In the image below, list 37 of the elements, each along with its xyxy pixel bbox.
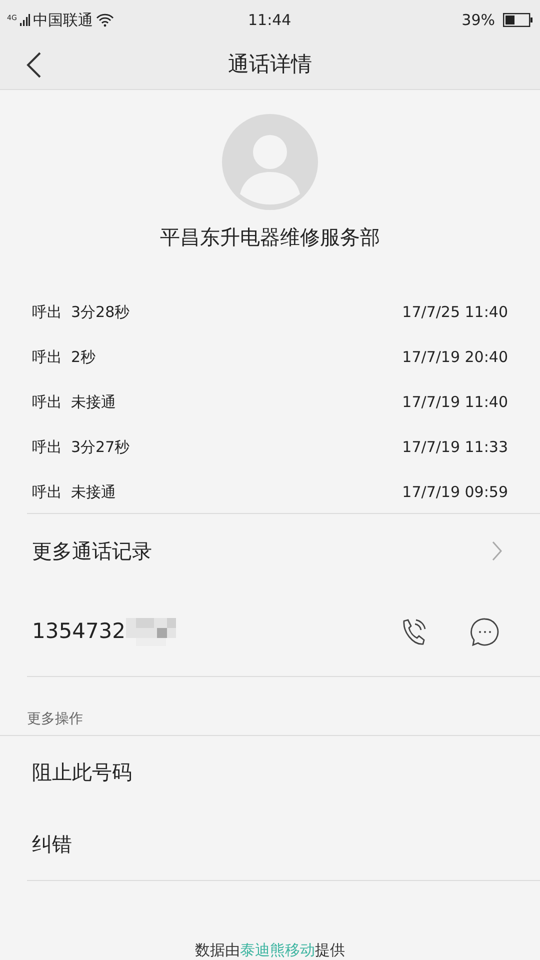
footer-note: 数据由泰迪熊移动提供 [195, 940, 345, 960]
call-type: 呼出 [32, 302, 62, 324]
chevron-right-icon [492, 541, 502, 561]
avatar-icon [222, 114, 318, 210]
back-icon [26, 51, 42, 79]
page-title: 通话详情 [228, 50, 312, 78]
call-type: 呼出 [32, 437, 62, 458]
action-item[interactable]: 阻止此号码 [0, 736, 540, 808]
battery-icon [503, 13, 533, 27]
call-duration: 未接通 [71, 482, 116, 504]
wifi-icon [96, 13, 114, 27]
carrier-name: 中国联通 [32, 10, 93, 31]
call-time: 17/7/25 11:40 [402, 302, 508, 324]
action-item[interactable]: 纠错 [0, 808, 540, 880]
contact-name: 平昌东升电器维修服务部 [160, 224, 380, 251]
message-button[interactable] [470, 617, 500, 647]
signal-icon [20, 13, 30, 27]
call-type: 呼出 [32, 392, 62, 414]
call-time: 17/7/19 09:59 [402, 482, 508, 504]
call-time: 17/7/19 20:40 [402, 347, 508, 368]
call-time: 17/7/19 11:33 [402, 437, 508, 458]
call-button[interactable] [400, 618, 426, 646]
pixelated-blur-drawing [126, 618, 176, 646]
call-type: 呼出 [32, 347, 62, 368]
call-duration: 3分28秒 [71, 302, 130, 324]
call-duration: 3分27秒 [71, 437, 130, 458]
chat-bubble-icon [470, 617, 500, 647]
phone-number: 1354732 [32, 618, 126, 646]
clock-time: 11:44 [248, 10, 292, 31]
call-time: 17/7/19 11:40 [402, 392, 508, 414]
call-duration: 未接通 [71, 392, 116, 414]
call-duration: 2秒 [71, 347, 96, 368]
section-heading: 更多操作 [27, 710, 83, 729]
call-type: 呼出 [32, 482, 62, 504]
battery-percent: 39% [462, 10, 495, 31]
more-calls-row[interactable]: 更多通话记录 [0, 514, 540, 588]
phone-icon [400, 618, 426, 646]
